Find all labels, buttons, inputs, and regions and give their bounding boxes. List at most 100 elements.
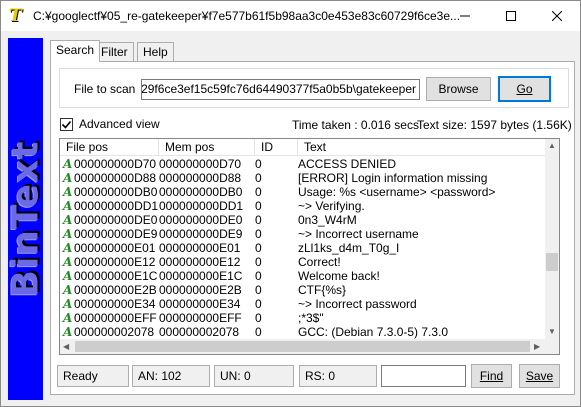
close-icon: [552, 11, 562, 21]
mem-pos-cell: 000000000D70: [159, 157, 242, 171]
string-type-icon: A: [63, 213, 73, 227]
text-cell: GCC: (Debian 7.3.0-5) 7.3.0: [298, 325, 449, 339]
mem-pos-cell: 000000002078: [159, 325, 240, 339]
tab-search[interactable]: Search: [50, 40, 101, 62]
find-button-label: Find: [479, 369, 504, 383]
status-rs-count: RS: 0: [299, 365, 377, 387]
text-size-text: Text size: 1597 bytes (1.56K): [417, 118, 572, 132]
text-cell: ACCESS DENIED: [298, 157, 397, 171]
mem-pos-cell: 000000000DB0: [159, 185, 243, 199]
column-header-text[interactable]: Text: [298, 139, 545, 156]
text-cell: Usage: %s <username> <password>: [298, 185, 496, 199]
id-cell: 0: [255, 213, 262, 227]
file-pos-cell: 000000000EFF: [74, 311, 157, 325]
column-header-mem-pos[interactable]: Mem pos: [159, 139, 255, 156]
mem-pos-cell: 000000000DE0: [159, 213, 243, 227]
file-pos-cell: 000000000E12: [74, 255, 156, 269]
string-type-icon: A: [63, 227, 73, 241]
id-cell: 0: [255, 171, 262, 185]
text-cell: ~> Incorrect password: [298, 297, 417, 311]
text-cell: ~> Verifying.: [298, 199, 365, 213]
table-row[interactable]: A 000000000DE9 000000000DE9 0 ~> Incorrect …: [60, 227, 545, 241]
vertical-scroll-thumb[interactable]: [546, 253, 558, 271]
file-pos-cell: 000000000E1C: [74, 269, 158, 283]
table-row[interactable]: A 000000000DE0 000000000DE0 0 0n3_W4rM: [60, 213, 545, 227]
file-pos-cell: 000000002078: [74, 325, 155, 339]
file-pos-cell: 000000000E01: [74, 241, 156, 255]
file-pos-cell: 000000000DD1: [74, 199, 159, 213]
table-row[interactable]: A 000000000DB0 000000000DB0 0 Usage: %s <use…: [60, 185, 545, 199]
maximize-button[interactable]: [488, 1, 534, 31]
id-cell: 0: [255, 269, 262, 283]
file-pos-cell: 000000000E34: [74, 297, 156, 311]
scroll-right-arrow-icon[interactable]: ▶: [534, 342, 540, 351]
table-row[interactable]: A 000000000D70 000000000D70 0 ACCESS DENIED: [60, 157, 545, 171]
horizontal-scroll-thumb[interactable]: [75, 341, 530, 352]
scroll-left-arrow-icon[interactable]: ◀: [63, 342, 69, 351]
advanced-view-option[interactable]: Advanced view: [60, 117, 160, 131]
vertical-scrollbar[interactable]: ▲ ▼: [545, 139, 559, 339]
table-row[interactable]: A 000000000E1C 000000000E1C 0 Welcome back!: [60, 269, 545, 283]
string-type-icon: A: [63, 311, 73, 325]
text-cell: zLl1ks_d4m_T0g_I: [298, 241, 400, 255]
table-row[interactable]: A 000000002078 000000002078 0 GCC: (Debian 7…: [60, 325, 545, 339]
advanced-view-checkbox[interactable]: [60, 117, 73, 131]
table-row[interactable]: A 000000000E12 000000000E12 0 Correct!: [60, 255, 545, 269]
text-cell: ;*3$": [298, 311, 324, 325]
id-cell: 0: [255, 297, 262, 311]
status-ready: Ready: [57, 365, 129, 387]
table-row[interactable]: A 000000000E34 000000000E34 0 ~> Incorrect …: [60, 297, 545, 311]
scroll-down-arrow-icon[interactable]: ▼: [548, 327, 556, 336]
close-button[interactable]: [534, 1, 580, 31]
file-pos-cell: 000000000E2B: [74, 283, 157, 297]
string-type-icon: A: [63, 185, 73, 199]
scroll-up-arrow-icon[interactable]: ▲: [548, 141, 556, 150]
app-icon: T: [9, 6, 22, 26]
file-to-scan-label: File to scan: [74, 82, 136, 96]
brand-sidebar: BinText: [8, 38, 43, 400]
string-type-icon: A: [63, 255, 73, 269]
mem-pos-cell: 000000000DD1: [159, 199, 244, 213]
mem-pos-cell: 000000000DE9: [159, 227, 243, 241]
tab-help[interactable]: Help: [137, 42, 174, 61]
minimize-button[interactable]: [442, 1, 488, 31]
text-cell: ~> Incorrect username: [298, 227, 419, 241]
mem-pos-cell: 000000000D88: [159, 171, 242, 185]
table-row[interactable]: A 000000000DD1 000000000DD1 0 ~> Verifying.: [60, 199, 545, 213]
table-row[interactable]: A 000000000E01 000000000E01 0 zLl1ks_d4m_T0g…: [60, 241, 545, 255]
browse-button[interactable]: Browse: [426, 77, 491, 101]
id-cell: 0: [255, 283, 262, 297]
id-cell: 0: [255, 311, 262, 325]
string-type-icon: A: [63, 325, 73, 339]
string-type-icon: A: [63, 157, 73, 171]
find-button[interactable]: Find: [471, 364, 512, 388]
id-cell: 0: [255, 227, 262, 241]
string-type-icon: A: [63, 297, 73, 311]
table-row[interactable]: A 000000000D88 000000000D88 0 [ERROR] Login …: [60, 171, 545, 185]
window-title: C:¥googlectf¥05_re-gatekeeper¥f7e577b61f…: [33, 9, 461, 23]
text-cell: 0n3_W4rM: [298, 213, 357, 227]
file-pos-cell: 000000000DB0: [74, 185, 158, 199]
table-row[interactable]: A 000000000E2B 000000000E2B 0 CTF{%s}: [60, 283, 545, 297]
file-path-input[interactable]: c:\googlectf\05_re-gatekeeper\f7e577b61f…: [141, 79, 420, 100]
horizontal-scrollbar[interactable]: ◀ ▶: [60, 339, 545, 354]
text-cell: CTF{%s}: [298, 283, 347, 297]
column-header-file-pos[interactable]: File pos: [60, 139, 159, 156]
text-cell: Correct!: [298, 255, 341, 269]
status-an-count: AN: 102: [132, 365, 210, 387]
save-button[interactable]: Save: [519, 364, 560, 388]
find-input[interactable]: [381, 365, 466, 387]
go-button[interactable]: Go: [498, 76, 551, 102]
minimize-icon: [460, 15, 470, 17]
text-cell: [ERROR] Login information missing: [298, 171, 488, 185]
strings-list[interactable]: File pos Mem pos ID Text A 000000000D70 00…: [59, 138, 560, 355]
table-row[interactable]: A 000000000EFF 000000000EFF 0 ;*3$": [60, 311, 545, 325]
column-header-id[interactable]: ID: [255, 139, 298, 156]
status-un-count: UN: 0: [214, 365, 294, 387]
mem-pos-cell: 000000000E34: [159, 297, 241, 311]
go-button-label: Go: [516, 82, 533, 96]
string-type-icon: A: [63, 199, 73, 213]
title-bar[interactable]: T C:¥googlectf¥05_re-gatekeeper¥f7e577b6…: [1, 1, 580, 31]
list-rows: A 000000000D70 000000000D70 0 ACCESS DENIED A…: [60, 157, 545, 339]
tab-filter[interactable]: Filter: [95, 42, 134, 61]
